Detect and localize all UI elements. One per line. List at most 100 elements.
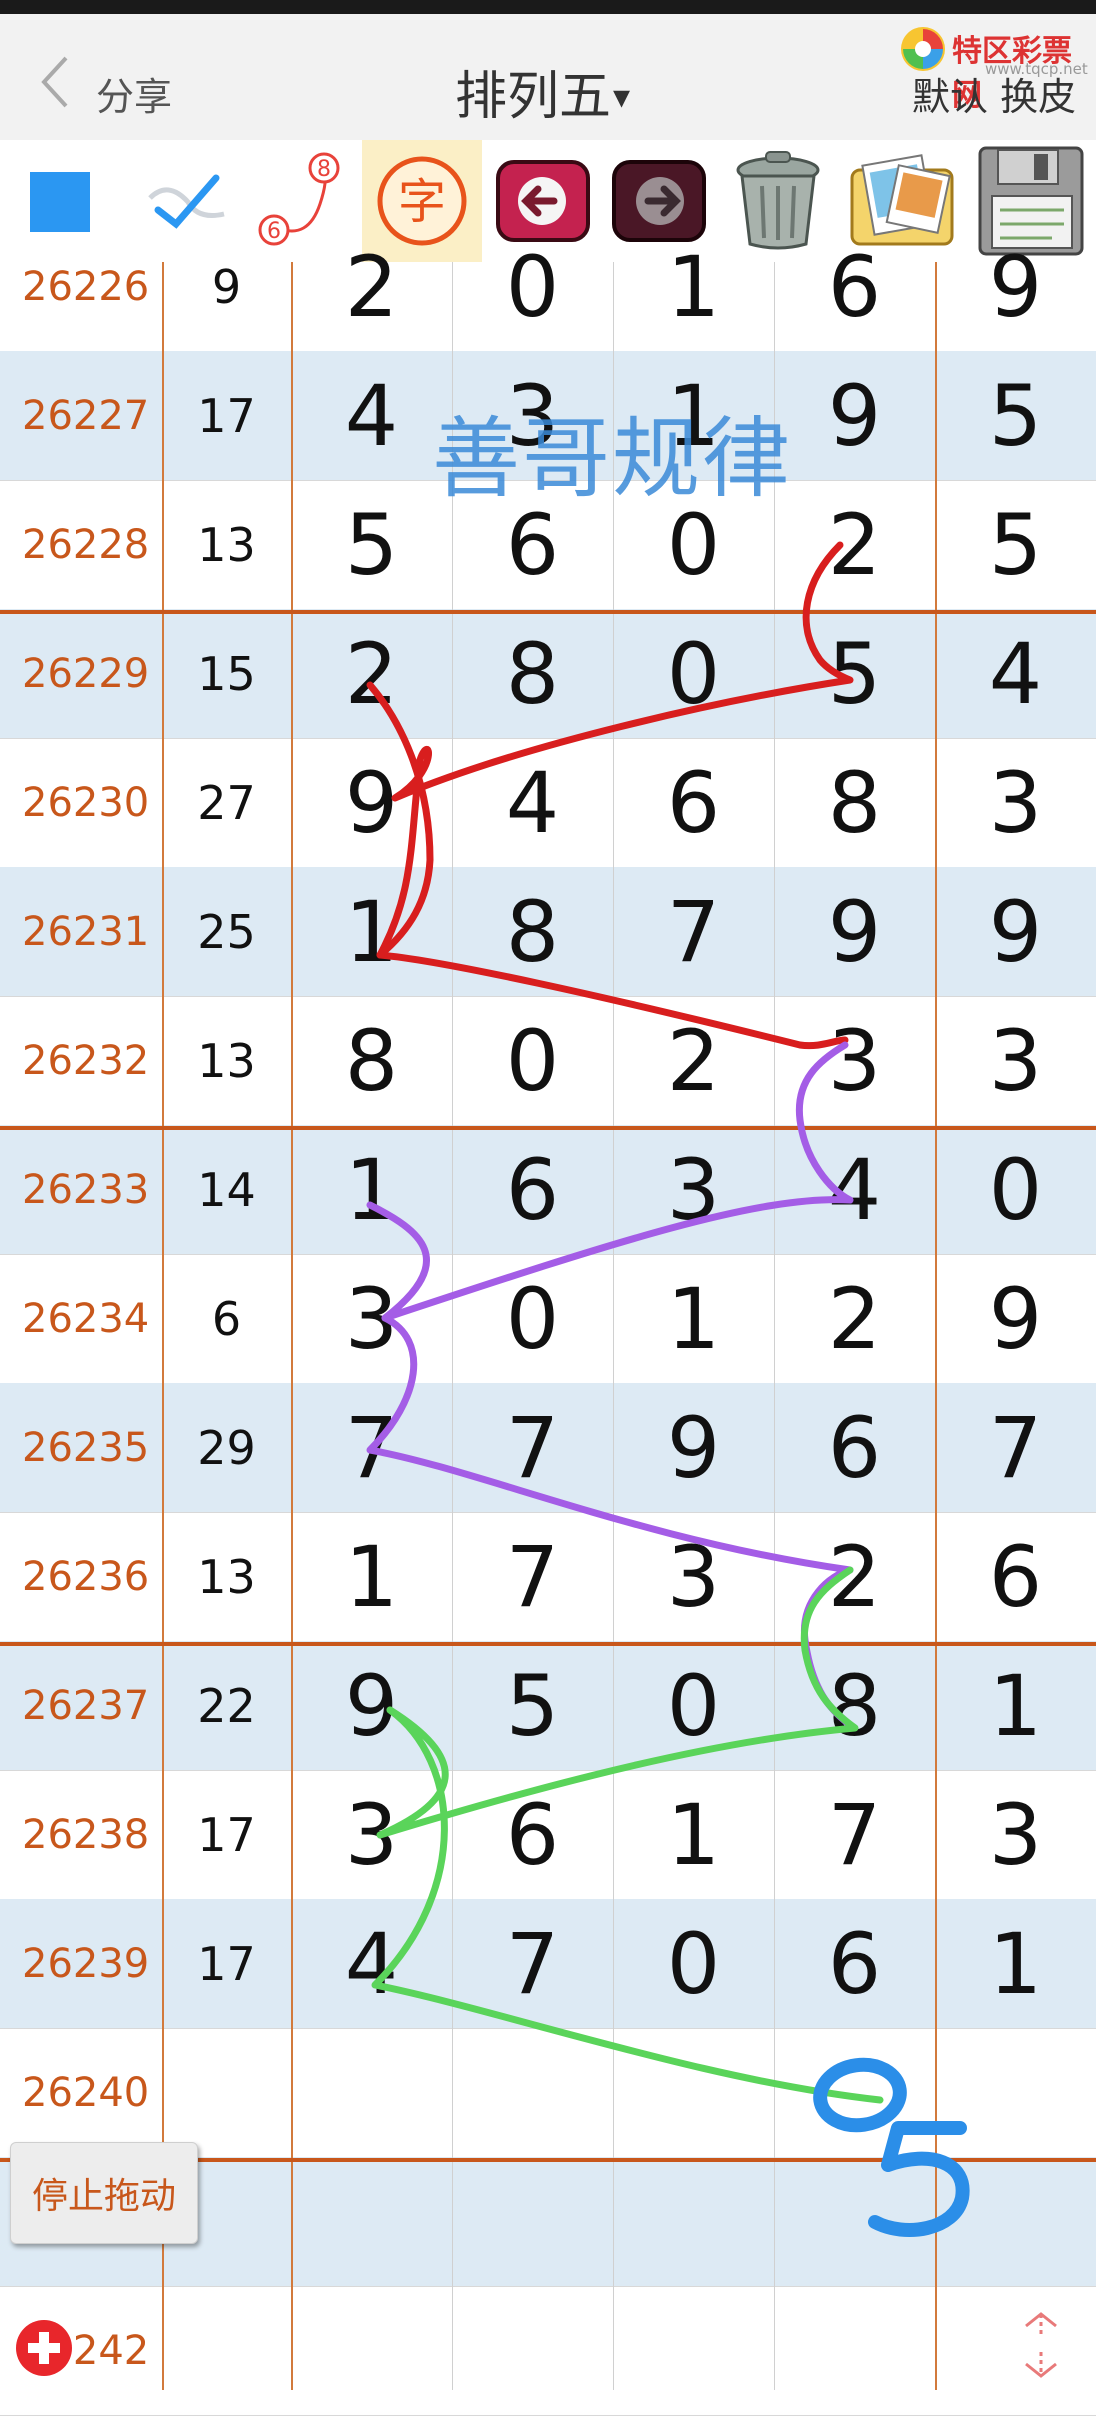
digit-cell[interactable]: [774, 2157, 935, 2286]
digit-cell[interactable]: 5: [774, 609, 935, 738]
digit-cell[interactable]: 3: [935, 1770, 1096, 1899]
digit-cell[interactable]: 6: [774, 1383, 935, 1512]
digit-cell[interactable]: 9: [291, 738, 452, 867]
digit-cell[interactable]: 6: [774, 222, 935, 351]
digit-cell[interactable]: 1: [935, 1899, 1096, 2028]
digit-cell[interactable]: 1: [613, 1770, 774, 1899]
digit-cell[interactable]: 1: [291, 1125, 452, 1254]
back-chevron-icon[interactable]: [36, 54, 72, 110]
digit-cell[interactable]: 7: [452, 1899, 613, 2028]
digit-cell[interactable]: 0: [452, 996, 613, 1125]
digit-cell[interactable]: 1: [613, 222, 774, 351]
digit-cell[interactable]: 3: [613, 1512, 774, 1641]
digit-cell[interactable]: [452, 2028, 613, 2157]
digit-cell[interactable]: 2: [774, 1254, 935, 1383]
digit-cell[interactable]: 7: [935, 1383, 1096, 1512]
digit-cell[interactable]: 2: [291, 609, 452, 738]
digit-cell[interactable]: 1: [613, 1254, 774, 1383]
digit-cell[interactable]: [291, 2286, 452, 2415]
digit-cell[interactable]: 5: [291, 480, 452, 609]
digit-cell[interactable]: 9: [613, 1383, 774, 1512]
digit-cell[interactable]: 1: [291, 1512, 452, 1641]
digit-cell[interactable]: 3: [291, 1770, 452, 1899]
digit-cell[interactable]: [613, 2028, 774, 2157]
digit-cell[interactable]: 7: [774, 1770, 935, 1899]
digit-cell[interactable]: 8: [452, 867, 613, 996]
stop-drag-button[interactable]: 停止拖动: [10, 2142, 198, 2244]
digit-cell[interactable]: 5: [935, 351, 1096, 480]
digit-cell[interactable]: 1: [291, 867, 452, 996]
digit-cell[interactable]: 2: [774, 480, 935, 609]
digit-cell[interactable]: 6: [452, 1770, 613, 1899]
digit-cell[interactable]: 4: [452, 738, 613, 867]
default-skin-button[interactable]: 默认 换皮: [912, 66, 1076, 121]
digit-cell[interactable]: [613, 2286, 774, 2415]
digit-cell[interactable]: 8: [774, 1641, 935, 1770]
digit-cell[interactable]: 6: [935, 1512, 1096, 1641]
digit-cell[interactable]: 4: [774, 1125, 935, 1254]
digit-sum: [162, 2028, 291, 2157]
digit-cell[interactable]: 8: [774, 738, 935, 867]
digit-sum: 6: [211, 1291, 242, 1346]
digit-cell[interactable]: 0: [452, 1254, 613, 1383]
status-bar: [0, 0, 1096, 14]
digit-sum: 29: [197, 1420, 256, 1475]
digit-cell[interactable]: 9: [935, 222, 1096, 351]
digit-cell[interactable]: 3: [291, 1254, 452, 1383]
digit-cell[interactable]: 6: [452, 1125, 613, 1254]
digit-cell[interactable]: [935, 2286, 1096, 2415]
digit-cell[interactable]: 5: [452, 1641, 613, 1770]
digit-cell[interactable]: 8: [291, 996, 452, 1125]
digit-cell[interactable]: [935, 2028, 1096, 2157]
group-separator: [0, 610, 1096, 614]
digit-cell[interactable]: [774, 2286, 935, 2415]
digit-cell[interactable]: 3: [935, 738, 1096, 867]
digit-cell[interactable]: [452, 2157, 613, 2286]
add-circle-icon[interactable]: [14, 2318, 74, 2378]
digit-cell[interactable]: 5: [935, 480, 1096, 609]
digit-cell[interactable]: 7: [452, 1383, 613, 1512]
digit-cell[interactable]: 4: [935, 609, 1096, 738]
digit-cell[interactable]: [452, 2286, 613, 2415]
digit-cell[interactable]: [291, 2157, 452, 2286]
digit-sum: 13: [197, 1033, 256, 1088]
digit-cell[interactable]: 7: [452, 1512, 613, 1641]
table-row: 26235 29 7 7 9 6 7: [0, 1383, 1096, 1513]
digit-cell[interactable]: 7: [613, 867, 774, 996]
digit-cell[interactable]: 4: [291, 1899, 452, 2028]
digit-cell[interactable]: 0: [452, 222, 613, 351]
digit-cell[interactable]: 0: [613, 609, 774, 738]
digit-cell[interactable]: 0: [613, 1641, 774, 1770]
digit-cell[interactable]: 9: [935, 867, 1096, 996]
digit-cell[interactable]: 6: [774, 1899, 935, 2028]
digit-cell[interactable]: [613, 2157, 774, 2286]
digit-cell[interactable]: 0: [613, 1899, 774, 2028]
digit-cell[interactable]: 1: [935, 1641, 1096, 1770]
table-row: 26230 27 9 4 6 8 3: [0, 738, 1096, 868]
digit-cell[interactable]: 3: [935, 996, 1096, 1125]
digit-cell[interactable]: 4: [291, 351, 452, 480]
digit-cell[interactable]: [774, 2028, 935, 2157]
digit-cell[interactable]: 2: [291, 222, 452, 351]
digit-cell[interactable]: 0: [935, 1125, 1096, 1254]
page-title: 排列五: [455, 67, 612, 127]
digit-cell[interactable]: 2: [613, 996, 774, 1125]
digit-cell[interactable]: [935, 2157, 1096, 2286]
digit-cell[interactable]: 7: [291, 1383, 452, 1512]
digit-cell[interactable]: [291, 2028, 452, 2157]
table-row: 26239 17 4 7 0 6 1: [0, 1899, 1096, 2029]
digit-cell[interactable]: 8: [452, 609, 613, 738]
digit-cell[interactable]: 9: [774, 867, 935, 996]
digit-cell[interactable]: 9: [935, 1254, 1096, 1383]
digit-sum: 13: [197, 517, 256, 572]
table-row: 26237 22 9 5 0 8 1: [0, 1641, 1096, 1771]
digit-cell[interactable]: 6: [613, 738, 774, 867]
scroll-up-down-icon[interactable]: [1018, 2310, 1064, 2380]
back-button[interactable]: 分享: [96, 66, 172, 121]
digit-cell[interactable]: 2: [774, 1512, 935, 1641]
digit-cell[interactable]: 9: [291, 1641, 452, 1770]
digit-cell[interactable]: 3: [774, 996, 935, 1125]
digit-cell[interactable]: 3: [613, 1125, 774, 1254]
digit-cell[interactable]: 9: [774, 351, 935, 480]
lottery-type-dropdown[interactable]: 排列五▾: [455, 54, 630, 127]
